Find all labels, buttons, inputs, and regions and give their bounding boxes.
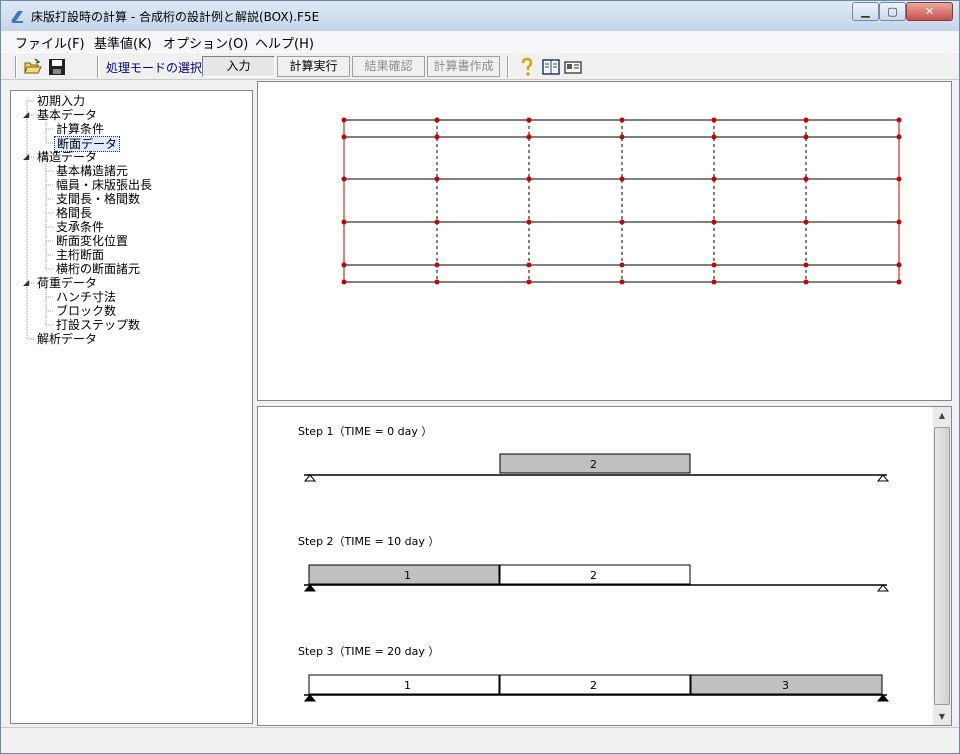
app-icon [11,11,23,23]
toolbar: 処理モードの選択 入力 計算実行 結果確認 計算書作成 [1,52,959,80]
step2-block-2-label: 2 [590,569,597,582]
tree-item-section-change[interactable]: 断面変化位置 [56,234,128,248]
tree-item-basic-data[interactable]: 基本データ [37,108,97,122]
girder-plan-diagram [341,117,902,285]
tree-item-haunch[interactable]: ハンチ寸法 [56,290,116,304]
vertical-scrollbar[interactable]: ▲ ▼ [933,407,951,725]
step1-block-2-label: 2 [590,458,597,471]
casting-steps-diagram: Step 1（TIME = 0 day ） 2 Step 2（TIME = 10… [298,425,890,702]
floppy-save-icon[interactable] [47,57,67,77]
toolbar-separator-2 [507,56,509,78]
book-icon[interactable] [541,57,561,77]
step3-block-2-label: 2 [590,679,597,692]
menu-help[interactable]: ヘルプ(H) [255,33,314,52]
mode-selection-label: 処理モードの選択 [106,61,203,75]
mode-calculate-button[interactable]: 計算実行 [277,56,350,77]
tree-item-basic-structure[interactable]: 基本構造諸元 [56,164,128,178]
step3-left-support [303,694,317,702]
expand-toggle-structure[interactable]: ◢ [23,152,29,161]
step3-block-1-label: 1 [404,679,411,692]
casting-steps-pane[interactable]: Step 1（TIME = 0 day ） 2 Step 2（TIME = 10… [257,406,952,726]
tree-item-casting-steps[interactable]: 打設ステップ数 [56,318,140,332]
id-card-icon[interactable] [563,57,583,77]
mode-result-button[interactable]: 結果確認 [352,56,425,77]
tree-item-main-girder[interactable]: 主桁断面 [56,248,104,262]
tree-item-bearing-conditions[interactable]: 支承条件 [56,220,104,234]
maximize-button[interactable]: ▢ [879,2,906,21]
toolbar-grip [15,56,17,78]
navigation-tree[interactable]: ◢ ◢ ◢ 初期入力 基本データ 計算条件 断面データ 構造データ 基本構造諸元… [10,90,253,724]
tree-item-span-panels[interactable]: 支間長・格間数 [56,192,140,206]
step2-right-support [876,584,890,592]
close-button[interactable]: ✕ [906,2,953,21]
plan-view-pane[interactable] [257,81,952,401]
tree-item-cross-beam[interactable]: 横桁の断面諸元 [56,262,140,276]
question-mark-icon[interactable] [517,57,537,77]
tree-item-width-overhang[interactable]: 幅員・床版張出長 [56,178,152,192]
tree-item-initial-input[interactable]: 初期入力 [37,94,85,108]
folder-open-icon[interactable] [23,57,43,77]
expand-toggle-load[interactable]: ◢ [23,278,29,287]
menu-options[interactable]: オプション(O) [163,33,248,52]
window-title: 床版打設時の計算 - 合成桁の設計例と解説(BOX).F5E [31,10,320,24]
status-bar [1,727,959,753]
menu-bar: ファイル(F) 基準値(K) オプション(O) ヘルプ(H) [1,31,959,52]
step2-block-1-label: 1 [404,569,411,582]
mode-input-button[interactable]: 入力 [202,56,275,77]
step3-block-3-label: 3 [782,679,789,692]
tree-item-load-data[interactable]: 荷重データ [37,276,97,290]
step3-right-support [876,694,890,702]
minimize-button[interactable]: ▁ [852,2,879,21]
toolbar-separator [97,56,99,78]
step1-left-support [303,474,317,482]
tree-item-calc-conditions[interactable]: 計算条件 [56,122,104,136]
menu-file[interactable]: ファイル(F) [15,33,85,52]
tree-item-analysis-data[interactable]: 解析データ [37,332,97,346]
step3-label: Step 3（TIME = 20 day ） [298,645,439,658]
scroll-up-arrow-icon[interactable]: ▲ [933,407,951,424]
step1-label: Step 1（TIME = 0 day ） [298,425,432,438]
tree-item-panel-length[interactable]: 格間長 [56,206,92,220]
step2-label: Step 2（TIME = 10 day ） [298,535,439,548]
tree-lines [26,100,54,340]
scroll-down-arrow-icon[interactable]: ▼ [933,708,951,725]
mode-report-button[interactable]: 計算書作成 [427,56,500,77]
expand-toggle-basic[interactable]: ◢ [23,110,29,119]
tree-item-block-count[interactable]: ブロック数 [56,304,116,318]
app-window: 床版打設時の計算 - 合成桁の設計例と解説(BOX).F5E ▁ ▢ ✕ ファイ… [0,0,960,754]
menu-standard-values[interactable]: 基準値(K) [94,33,152,52]
step2-left-support [303,584,317,592]
step1-right-support [876,474,890,482]
title-bar[interactable]: 床版打設時の計算 - 合成桁の設計例と解説(BOX).F5E ▁ ▢ ✕ [1,1,959,31]
tree-item-structure-data[interactable]: 構造データ [37,150,97,164]
scrollbar-thumb[interactable] [934,427,950,705]
